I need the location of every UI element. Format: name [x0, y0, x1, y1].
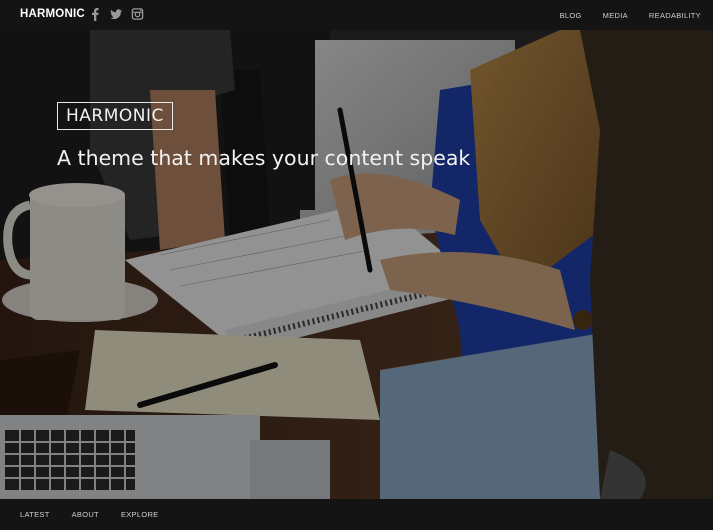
link-explore[interactable]: EXPLORE — [121, 510, 159, 519]
instagram-icon[interactable] — [131, 7, 144, 21]
nav-blog[interactable]: BLOG — [560, 11, 582, 20]
social-links — [89, 7, 144, 21]
facebook-icon[interactable] — [89, 7, 102, 21]
main-nav: BLOG MEDIA READABILITY — [560, 0, 701, 30]
hero-overlay — [0, 30, 713, 499]
brand-logo[interactable]: HARMONIC — [20, 8, 85, 20]
nav-media[interactable]: MEDIA — [603, 11, 628, 20]
hero-logo-box: HARMONIC — [57, 102, 173, 130]
twitter-icon[interactable] — [110, 7, 123, 21]
link-latest[interactable]: LATEST — [20, 510, 50, 519]
nav-readability[interactable]: READABILITY — [649, 11, 701, 20]
hero-section: HARMONIC A theme that makes your content… — [0, 30, 713, 499]
hero-tagline: A theme that makes your content speak — [57, 146, 471, 170]
top-navigation-bar: HARMONIC BLOG MEDIA READABILITY — [0, 0, 713, 30]
link-about[interactable]: ABOUT — [72, 510, 99, 519]
bottom-navigation-bar: LATEST ABOUT EXPLORE — [0, 499, 713, 530]
bottom-links: LATEST ABOUT EXPLORE — [20, 499, 158, 530]
